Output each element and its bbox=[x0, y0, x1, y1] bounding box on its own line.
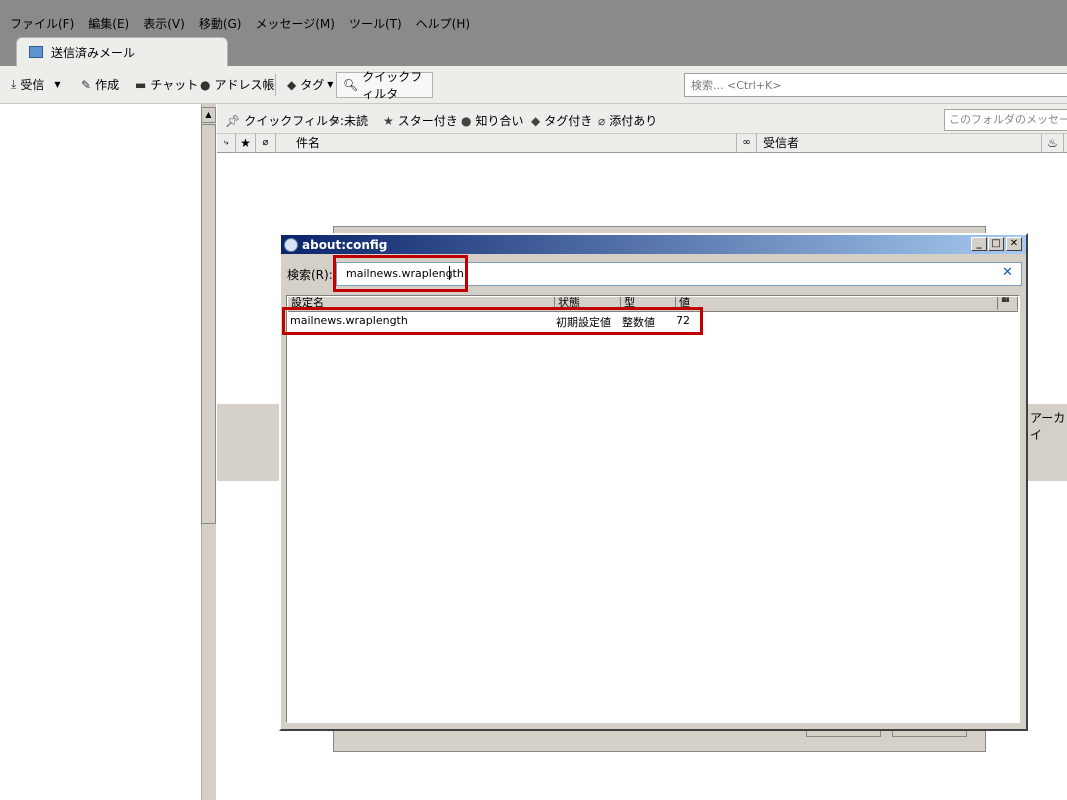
contact-icon: ● bbox=[461, 113, 472, 128]
pin-icon: 📌︎ bbox=[225, 113, 241, 128]
filter-attachment[interactable]: ⌀ 添付あり bbox=[598, 112, 657, 129]
chat-label: チャット bbox=[150, 78, 199, 92]
menu-edit[interactable]: 編集(E) bbox=[88, 15, 129, 32]
star-icon[interactable]: ★ bbox=[236, 134, 256, 153]
chat-bubble-icon: ▬ bbox=[135, 77, 147, 92]
tab-sent-mail[interactable]: 送信済みメール bbox=[16, 37, 228, 66]
scroll-up-icon[interactable]: ▲ bbox=[201, 107, 216, 123]
unread-icon: ∞ bbox=[330, 113, 340, 128]
app-icon bbox=[284, 237, 298, 252]
highlight-pref-row bbox=[282, 307, 703, 335]
filter-unread-label: 未読 bbox=[344, 114, 369, 128]
quick-filter-button[interactable]: 🔍︎ クイックフィルタ bbox=[336, 70, 433, 101]
folder-pane[interactable] bbox=[0, 104, 201, 800]
menu-view[interactable]: 表示(V) bbox=[143, 15, 185, 32]
download-icon: ⤓ bbox=[11, 77, 17, 91]
compose-label: 作成 bbox=[95, 78, 120, 92]
filter-tagged[interactable]: ◆ タグ付き bbox=[531, 112, 592, 129]
maximize-icon[interactable]: □ bbox=[988, 237, 1004, 251]
column-value[interactable]: 値 bbox=[676, 297, 998, 310]
menu-go[interactable]: 移動(G) bbox=[199, 15, 242, 32]
filter-starred[interactable]: ★ スター付き bbox=[383, 112, 458, 129]
chat-button[interactable]: ▬ チャット bbox=[135, 76, 198, 93]
menu-help[interactable]: ヘルプ(H) bbox=[416, 15, 470, 32]
thread-icon[interactable]: ⤷ bbox=[217, 134, 236, 153]
config-search-label: 検索(R): bbox=[287, 268, 333, 282]
quick-filter-label: クイックフィルタ bbox=[362, 70, 423, 101]
paperclip-icon[interactable]: ⌀ bbox=[256, 134, 276, 153]
window-title: about:config bbox=[302, 237, 388, 252]
column-picker-icon[interactable]: ▦ bbox=[998, 297, 1018, 310]
quick-filter-sticky[interactable]: 📌︎ クイックフィルタ: bbox=[225, 112, 344, 129]
menu-message[interactable]: メッセージ(M) bbox=[255, 15, 334, 32]
dropdown-arrow-icon[interactable]: ▼ bbox=[54, 80, 60, 89]
flame-icon[interactable]: ♨ bbox=[1042, 134, 1064, 153]
compose-button[interactable]: ✎ 作成 bbox=[81, 76, 119, 93]
contact-icon: ● bbox=[200, 77, 211, 92]
address-book-label: アドレス帳 bbox=[214, 78, 275, 92]
filter-contacts[interactable]: ● 知り合い bbox=[461, 112, 524, 129]
paperclip-icon: ⌀ bbox=[598, 113, 606, 128]
menu-bar: ファイル(F) 編集(E) 表示(V) 移動(G) メッセージ(M) ツール(T… bbox=[0, 0, 1067, 66]
close-icon[interactable]: ✕ bbox=[1006, 237, 1022, 251]
chevron-down-icon: ▼ bbox=[327, 80, 334, 89]
pencil-icon: ✎ bbox=[81, 77, 92, 92]
filter-attachment-label: 添付あり bbox=[609, 114, 658, 128]
tag-label: タグ bbox=[300, 78, 325, 92]
tab-label: 送信済みメール bbox=[51, 45, 136, 60]
thread-column-header: ⤷ ★ ⌀ 件名 ∞ 受信者 ♨ bbox=[217, 134, 1067, 153]
column-subject[interactable]: 件名 bbox=[276, 134, 737, 153]
receive-button[interactable]: ⤓ 受信 ▼ bbox=[11, 76, 60, 93]
column-recipient[interactable]: 受信者 bbox=[757, 134, 1042, 153]
tag-icon: ◆ bbox=[287, 77, 297, 92]
scroll-thumb[interactable] bbox=[201, 124, 216, 524]
menu-file[interactable]: ファイル(F) bbox=[10, 15, 74, 32]
tag-icon: ◆ bbox=[531, 113, 541, 128]
address-book-button[interactable]: ● アドレス帳 bbox=[200, 76, 275, 93]
filter-tagged-label: タグ付き bbox=[544, 114, 593, 128]
read-status-icon[interactable]: ∞ bbox=[737, 134, 757, 153]
folder-icon bbox=[29, 46, 43, 58]
config-window-titlebar[interactable]: about:config bbox=[281, 235, 1026, 254]
global-search-input[interactable]: 検索... <Ctrl+K> bbox=[684, 73, 1067, 97]
receive-label: 受信 bbox=[20, 78, 45, 92]
archive-button[interactable]: アーカイ bbox=[1030, 409, 1067, 443]
preferences-list[interactable] bbox=[286, 295, 1020, 723]
menu-tools[interactable]: ツール(T) bbox=[349, 15, 402, 32]
toolbar-separator bbox=[275, 74, 276, 96]
filter-contacts-label: 知り合い bbox=[475, 114, 524, 128]
star-icon: ★ bbox=[383, 113, 394, 128]
highlight-search-box bbox=[333, 255, 468, 292]
tag-button[interactable]: ◆ タグ ▼ bbox=[287, 76, 333, 93]
quick-filter-bar: 📌︎ クイックフィルタ: ∞ 未読 ★ スター付き ● 知り合い ◆ タグ付き … bbox=[217, 104, 1067, 134]
minimize-icon[interactable]: _ bbox=[971, 237, 987, 251]
clear-search-icon[interactable]: ✕ bbox=[1002, 265, 1013, 280]
filter-unread[interactable]: ∞ 未読 bbox=[330, 112, 368, 129]
folder-filter-input[interactable]: このフォルダのメッセージを bbox=[944, 109, 1067, 131]
magnifier-icon: 🔍︎ bbox=[343, 78, 359, 92]
filter-starred-label: スター付き bbox=[397, 114, 458, 128]
main-menu: ファイル(F) 編集(E) 表示(V) 移動(G) メッセージ(M) ツール(T… bbox=[10, 15, 484, 32]
